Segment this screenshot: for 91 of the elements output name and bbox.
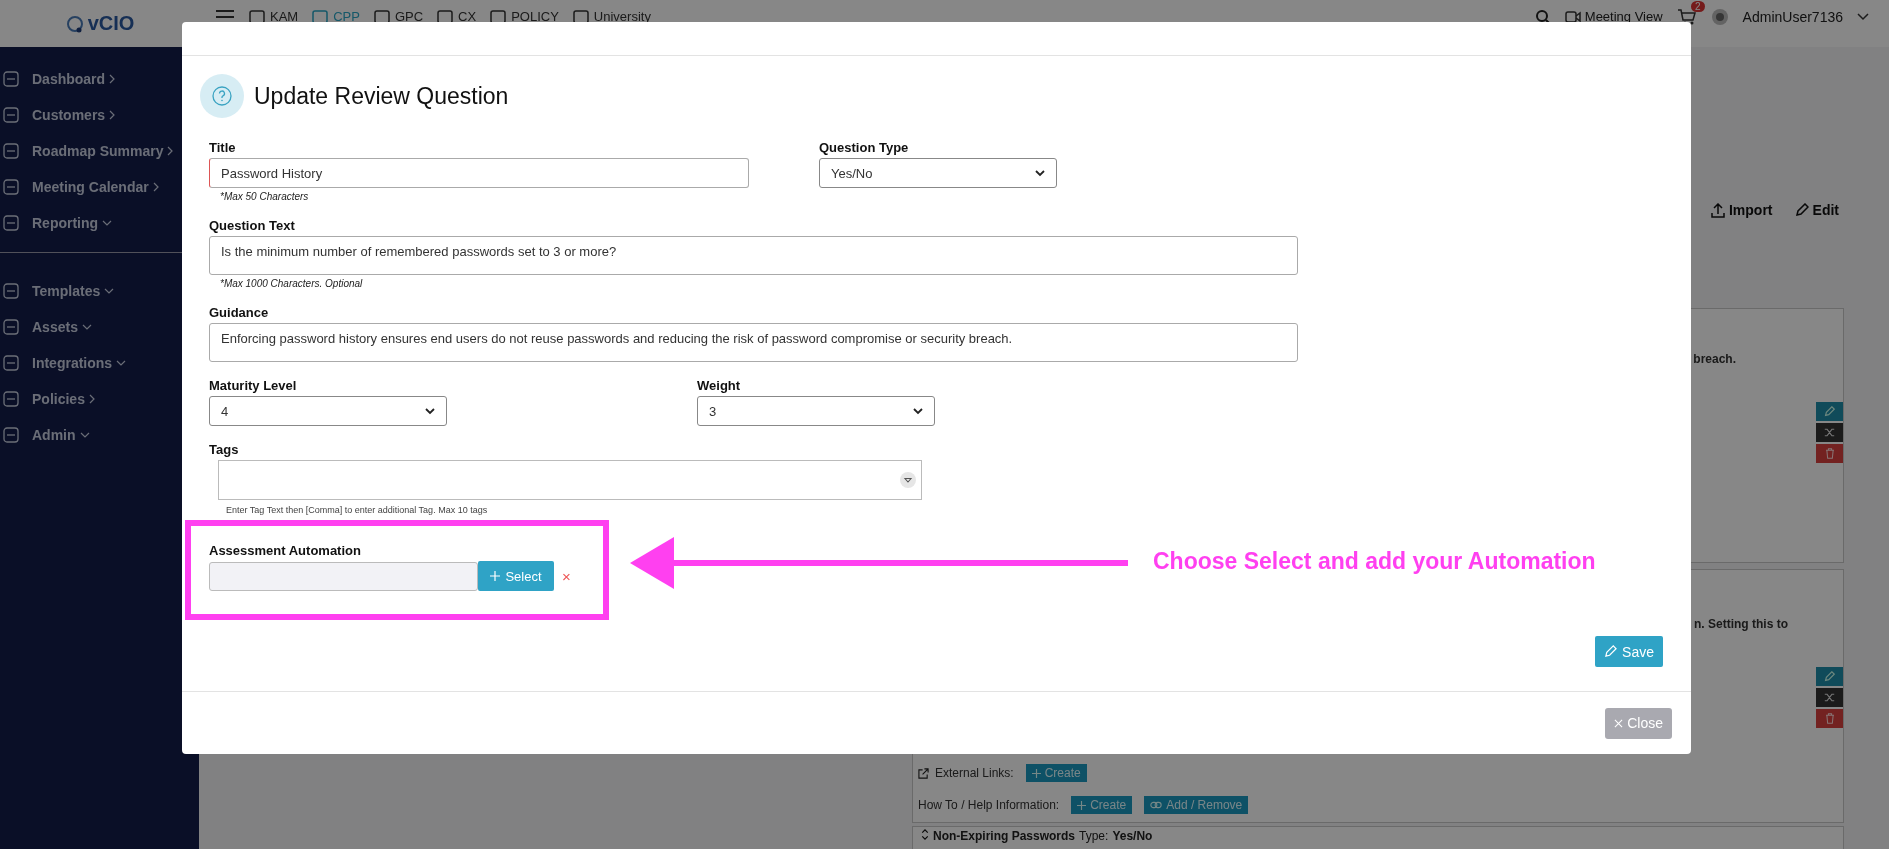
close-icon — [1614, 718, 1624, 728]
external-link-icon — [918, 767, 929, 779]
chevron-down-icon — [102, 219, 113, 226]
meeting-view-link[interactable]: Meeting View — [1564, 9, 1663, 24]
save-button[interactable]: Save — [1595, 636, 1663, 667]
chevron-right-icon — [152, 181, 159, 192]
row-label: External Links: — [935, 766, 1014, 780]
caret-icon[interactable] — [1857, 12, 1869, 21]
chevron-down-icon — [1035, 169, 1045, 177]
card-text: n. Setting this to — [1694, 617, 1788, 633]
chevron-down-icon — [913, 407, 923, 415]
type-value: Yes/No — [1112, 829, 1153, 843]
sidebar-item[interactable]: Assets — [2, 315, 199, 338]
avatar-icon[interactable] — [1710, 7, 1729, 26]
plus-icon — [1031, 768, 1041, 778]
logo-text: vCIO — [87, 12, 135, 35]
toolbar-button[interactable]: Import — [1711, 202, 1773, 218]
chevron-right-icon — [88, 393, 95, 404]
select-button[interactable]: Select — [478, 561, 554, 591]
chevron-down-icon — [116, 359, 127, 366]
field-label: Guidance — [209, 305, 270, 320]
chevron-right-icon — [109, 73, 116, 84]
sidebar-item[interactable]: Customers — [2, 103, 199, 126]
shuffle-button[interactable] — [1816, 423, 1843, 442]
field-label: Question Text — [209, 218, 296, 233]
sidebar-item[interactable]: Meeting Calendar — [2, 175, 199, 198]
hint-text: Enter Tag Text then [Comma] to enter additional Tag. Max 10 tags — [225, 505, 489, 515]
edit-button[interactable] — [1816, 402, 1843, 421]
chevron-down-icon — [81, 323, 92, 330]
pencil-icon — [1824, 406, 1835, 417]
upload-icon — [1711, 202, 1725, 218]
edit-button[interactable] — [1816, 667, 1843, 686]
sidebar-item[interactable]: Templates — [2, 279, 199, 302]
automation-input[interactable] — [209, 561, 478, 591]
sidebar-item[interactable]: Roadmap Summary — [2, 139, 199, 162]
notification-badge: 2 — [1691, 0, 1705, 12]
field-label: Tags — [209, 442, 240, 457]
shuffle-button[interactable] — [1816, 688, 1843, 707]
sort-icon — [921, 829, 929, 840]
chevron-down-icon — [104, 287, 115, 294]
link-button[interactable]: Create — [1071, 796, 1133, 814]
field-label: Question Type — [819, 140, 910, 155]
chevron-down-icon — [425, 407, 435, 415]
chevron-right-icon — [109, 109, 116, 120]
user-name[interactable]: AdminUser7136 — [1742, 8, 1843, 25]
link-icon — [1150, 800, 1163, 810]
pencil-icon — [1604, 645, 1618, 658]
pencil-icon — [1824, 671, 1835, 682]
chevron-down-icon — [79, 431, 90, 438]
question-title: Non-Expiring Passwords — [933, 829, 1076, 843]
row-label: How To / Help Information: — [918, 798, 1060, 812]
delete-button[interactable] — [1816, 709, 1843, 728]
sidebar-item[interactable]: Reporting — [2, 211, 199, 234]
sidebar-item[interactable]: Integrations — [2, 351, 199, 374]
sidebar-item[interactable]: Admin — [2, 423, 199, 446]
toolbar-button[interactable]: Edit — [1794, 202, 1839, 218]
dropdown-icon[interactable] — [900, 472, 916, 488]
tags-input[interactable] — [218, 460, 922, 500]
annotation-text: Choose Select and add your Automation — [1153, 548, 1596, 575]
close-button[interactable]: Close — [1605, 707, 1672, 739]
question-icon — [200, 74, 244, 118]
weight-select[interactable]: 3 — [697, 396, 935, 426]
video-icon — [1564, 10, 1581, 23]
card-text: breach. — [1693, 352, 1736, 368]
question-textarea[interactable]: Is the minimum number of remembered passwords set to 3 or more? — [209, 236, 1298, 275]
title-input[interactable]: Password History — [209, 158, 749, 188]
hint-text: *Max 1000 Characters. Optional — [219, 278, 364, 289]
hint-text: *Max 50 Characters — [219, 191, 310, 202]
guidance-textarea[interactable]: Enforcing password history ensures end users do not reuse passwords and reducing the risk of password compromise or security breach. — [209, 323, 1298, 362]
field-label: Weight — [697, 378, 742, 393]
clear-button[interactable]: × — [562, 567, 571, 585]
chevron-right-icon — [167, 145, 174, 156]
type-label: Type: — [1079, 829, 1109, 843]
link-button[interactable]: Add / Remove — [1144, 796, 1249, 814]
delete-button[interactable] — [1816, 444, 1843, 463]
pencil-icon — [1794, 203, 1809, 217]
trash-icon — [1824, 713, 1835, 724]
modal-title: Update Review Question — [254, 82, 509, 110]
question-type-select[interactable]: Yes/No — [819, 158, 1057, 188]
field-label: Title — [209, 140, 237, 155]
logo-icon — [64, 13, 85, 34]
field-label: Assessment Automation — [209, 543, 362, 558]
sidebar-item[interactable]: Policies — [2, 387, 199, 410]
field-label: Maturity Level — [209, 378, 298, 393]
trash-icon — [1824, 448, 1835, 459]
plus-icon — [490, 571, 501, 581]
sidebar-item[interactable]: Dashboard — [2, 67, 199, 90]
plus-icon — [1077, 800, 1087, 810]
link-button[interactable]: Create — [1025, 764, 1087, 782]
maturity-select[interactable]: 4 — [209, 396, 447, 426]
search-icon[interactable] — [1534, 8, 1551, 25]
